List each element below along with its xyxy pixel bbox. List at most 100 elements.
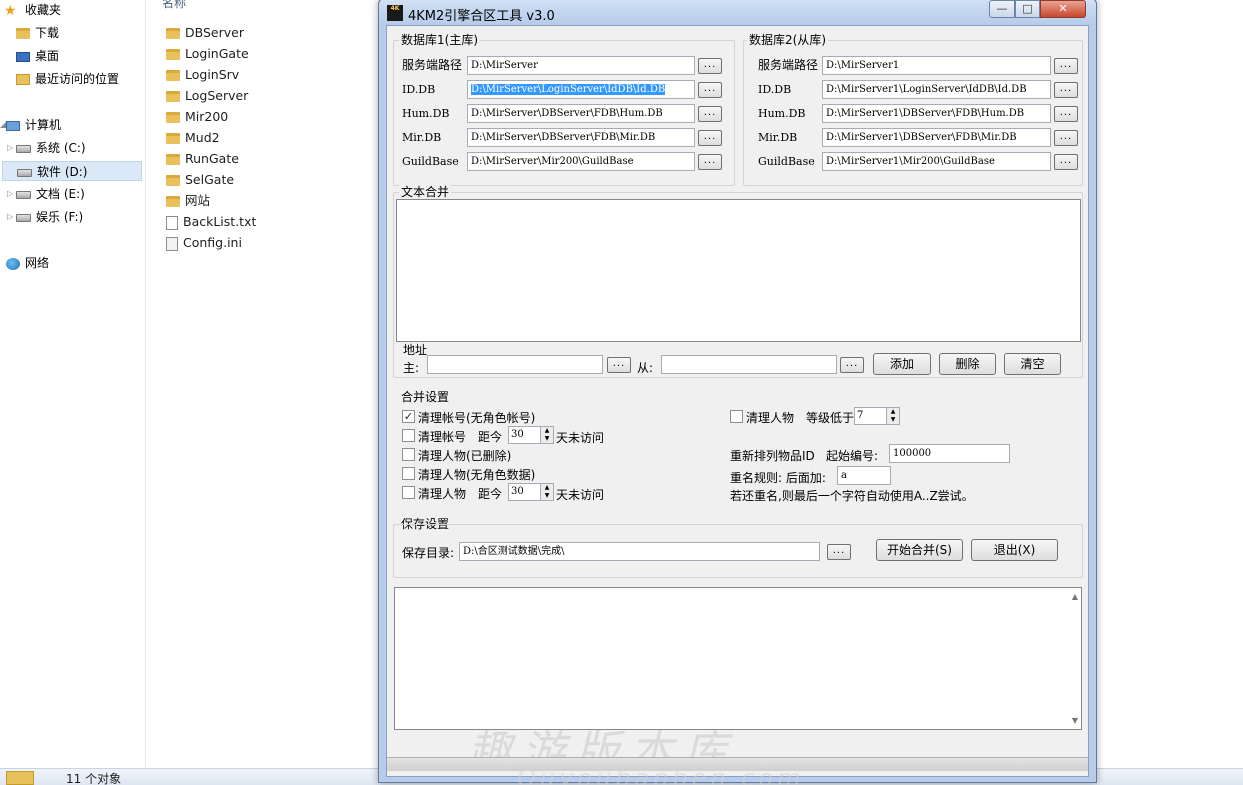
db2-id-browse-button[interactable]: ... (1054, 82, 1078, 98)
expand-arrow-icon[interactable]: ▷ (7, 143, 13, 152)
nav-drive-e[interactable]: 文档 (E:) (16, 184, 85, 204)
db1-guild-browse-button[interactable]: ... (698, 154, 722, 170)
list-item[interactable]: LogServer (166, 86, 248, 106)
list-item[interactable]: BackList.txt (166, 212, 256, 232)
clear-chars-no-data-checkbox[interactable] (402, 467, 415, 480)
main-address-browse-button[interactable]: ... (607, 357, 631, 373)
list-item[interactable]: LoginGate (166, 44, 249, 64)
expand-arrow-icon[interactable]: ▷ (7, 189, 13, 198)
db1-id-browse-button[interactable]: ... (698, 82, 722, 98)
stepper-arrows-icon[interactable]: ▲ ▼ (886, 408, 899, 424)
list-item[interactable]: 网站 (166, 191, 210, 211)
clear-accounts-days-stepper[interactable]: 30 ▲ ▼ (508, 426, 554, 444)
list-item[interactable]: SelGate (166, 170, 234, 190)
scroll-down-arrow-icon[interactable]: ▼ (1072, 716, 1078, 725)
clear-chars-level-label: 清理人物 (746, 411, 795, 425)
nav-drive-d[interactable]: 软件 (D:) (2, 161, 142, 181)
db2-hum-browse-button[interactable]: ... (1054, 106, 1078, 122)
download-folder-icon (16, 28, 30, 39)
clear-button[interactable]: 清空 (1004, 353, 1061, 375)
merge-tool-window: 4K 4KM2引擎合区工具 v3.0 — □ ✕ 数据库1(主库) 服务端路径 … (378, 0, 1097, 785)
file-name: Mir200 (185, 109, 229, 124)
add-button[interactable]: 添加 (873, 353, 931, 375)
list-item[interactable]: Mud2 (166, 128, 220, 148)
text-file-icon (166, 215, 178, 230)
exit-button[interactable]: 退出(X) (971, 539, 1058, 561)
clear-accounts-no-char-checkbox[interactable]: ✓ (402, 410, 415, 423)
nav-drive-c[interactable]: 系统 (C:) (16, 138, 86, 158)
nav-label: 软件 (D:) (37, 165, 88, 179)
file-name: Mud2 (185, 130, 220, 145)
save-dir-label: 保存目录: (402, 546, 455, 560)
list-item[interactable]: Config.ini (166, 233, 242, 253)
clear-accounts-days-checkbox[interactable] (402, 429, 415, 442)
list-item[interactable]: Mir200 (166, 107, 228, 127)
db1-server-path-browse-button[interactable]: ... (698, 58, 722, 74)
close-button[interactable]: ✕ (1040, 0, 1086, 18)
selected-text: D:\MirServer\LoginServer\IdDB\Id.DB (471, 84, 666, 95)
nav-label: 桌面 (35, 49, 60, 63)
nav-recent-places[interactable]: 最近访问的位置 (16, 69, 119, 89)
file-name: LoginSrv (185, 67, 240, 82)
main-address-input[interactable] (427, 355, 603, 374)
level-stepper[interactable]: 7 ▲ ▼ (854, 407, 900, 425)
db2-hum-input[interactable]: D:\MirServer1\DBServer\FDB\Hum.DB (822, 104, 1051, 123)
nav-favorites[interactable]: ★ 收藏夹 (4, 0, 61, 20)
db2-server-path-input[interactable]: D:\MirServer1 (822, 56, 1051, 75)
rename-suffix-input[interactable]: a (837, 466, 891, 485)
scroll-up-arrow-icon[interactable]: ▲ (1072, 592, 1078, 601)
db2-guild-input[interactable]: D:\MirServer1\Mir200\GuildBase (822, 152, 1051, 171)
from-address-input[interactable] (661, 355, 837, 374)
clear-chars-deleted-checkbox[interactable] (402, 448, 415, 461)
clear-chars-days-stepper[interactable]: 30 ▲ ▼ (508, 483, 554, 501)
nav-label: 收藏夹 (25, 3, 62, 17)
delete-button[interactable]: 删除 (939, 353, 996, 375)
nav-drive-f[interactable]: 娱乐 (F:) (16, 207, 83, 227)
app-icon: 4K (387, 5, 403, 21)
db1-server-path-input[interactable]: D:\MirServer (467, 56, 695, 75)
window-titlebar[interactable]: 4K 4KM2引擎合区工具 v3.0 — □ ✕ (379, 0, 1096, 25)
db1-mir-input[interactable]: D:\MirServer\DBServer\FDB\Mir.DB (467, 128, 695, 147)
file-name: LogServer (185, 88, 249, 103)
clear-chars-level-checkbox[interactable] (730, 410, 743, 423)
db1-mir-label: Mir.DB (402, 131, 442, 144)
db1-guild-input[interactable]: D:\MirServer\Mir200\GuildBase (467, 152, 695, 171)
minimize-button[interactable]: — (989, 0, 1015, 18)
clear-chars-days-checkbox[interactable] (402, 486, 415, 499)
db1-hum-browse-button[interactable]: ... (698, 106, 722, 122)
log-output[interactable]: ▲ ▼ (394, 587, 1082, 730)
nav-network[interactable]: 网络 (6, 253, 49, 273)
clear-accounts-no-char-label: 清理帐号(无角色帐号) (418, 411, 536, 425)
db2-mir-browse-button[interactable]: ... (1054, 130, 1078, 146)
desktop-icon (16, 51, 30, 62)
stepper-arrows-icon[interactable]: ▲ ▼ (540, 484, 553, 500)
maximize-button[interactable]: □ (1015, 0, 1040, 18)
db2-guild-browse-button[interactable]: ... (1054, 154, 1078, 170)
db1-hum-input[interactable]: D:\MirServer\DBServer\FDB\Hum.DB (467, 104, 695, 123)
stepper-value: 7 (857, 410, 864, 421)
expand-arrow-icon[interactable]: ▷ (7, 212, 13, 221)
list-item[interactable]: DBServer (166, 23, 244, 43)
nav-desktop[interactable]: 桌面 (16, 46, 59, 66)
stepper-arrows-icon[interactable]: ▲ ▼ (540, 427, 553, 443)
db2-group-title: 数据库2(从库) (747, 31, 828, 48)
column-header-name[interactable]: 名称 (162, 0, 186, 11)
text-merge-list[interactable] (396, 199, 1081, 342)
start-merge-button[interactable]: 开始合并(S) (876, 539, 963, 561)
rename-rule-label: 重名规则: 后面加: (730, 471, 826, 485)
list-item[interactable]: RunGate (166, 149, 239, 169)
nav-downloads[interactable]: 下载 (16, 23, 59, 43)
start-number-input[interactable]: 100000 (889, 444, 1010, 463)
save-dir-input[interactable]: D:\合区测试数据\完成\ (459, 542, 820, 561)
db2-mir-input[interactable]: D:\MirServer1\DBServer\FDB\Mir.DB (822, 128, 1051, 147)
db1-id-input[interactable]: D:\MirServer\LoginServer\IdDB\Id.DB (467, 80, 695, 99)
db2-id-input[interactable]: D:\MirServer1\LoginServer\IdDB\Id.DB (822, 80, 1051, 99)
db1-mir-browse-button[interactable]: ... (698, 130, 722, 146)
clear-chars-days-suffix: 天未访问 (556, 488, 605, 502)
window-client-area: 数据库1(主库) 服务端路径 D:\MirServer ... ID.DB D:… (386, 25, 1089, 785)
nav-computer[interactable]: 计算机 (6, 115, 61, 135)
from-address-browse-button[interactable]: ... (840, 357, 864, 373)
db2-server-path-browse-button[interactable]: ... (1054, 58, 1078, 74)
list-item[interactable]: LoginSrv (166, 65, 239, 85)
save-dir-browse-button[interactable]: ... (827, 544, 851, 560)
